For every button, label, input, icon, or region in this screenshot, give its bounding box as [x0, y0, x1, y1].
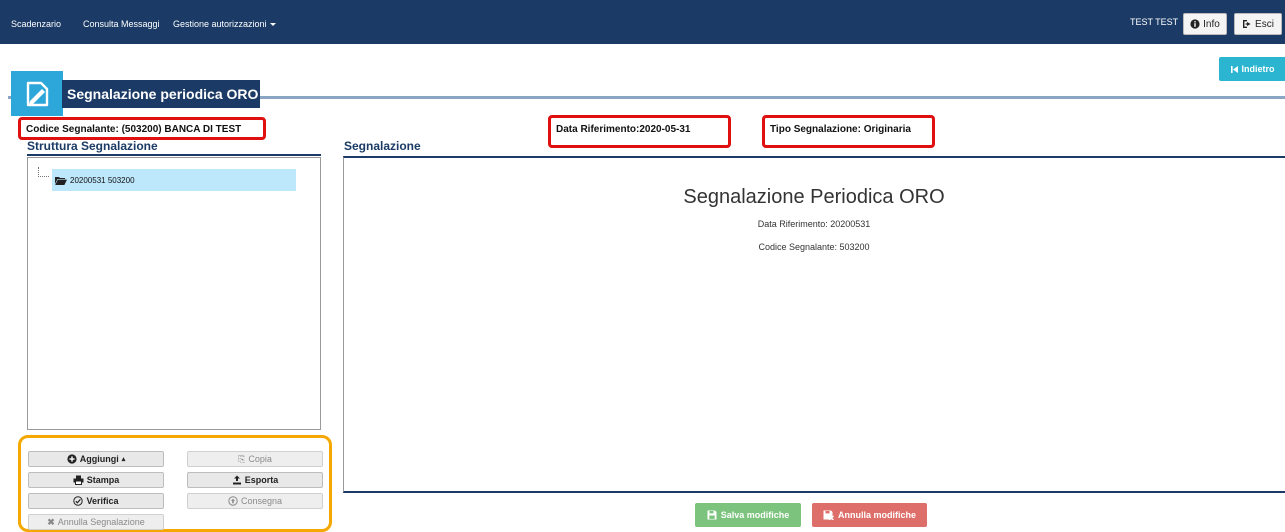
- main-title: Segnalazione Periodica ORO: [683, 186, 945, 208]
- verifica-button[interactable]: Verifica: [28, 493, 164, 509]
- info-icon: [1190, 19, 1200, 29]
- main-data-riferimento: Data Riferimento: 20200531: [757, 219, 871, 229]
- esporta-label: Esporta: [244, 475, 279, 485]
- esporta-button[interactable]: Esporta: [187, 472, 323, 488]
- upload-circle-icon: [228, 496, 238, 506]
- main-heading: Segnalazione: [344, 139, 421, 153]
- stampa-button[interactable]: Stampa: [28, 472, 164, 488]
- nav-scadenzario[interactable]: Scadenzario: [11, 19, 61, 29]
- exit-button[interactable]: Esci: [1234, 13, 1282, 35]
- close-icon: ✖: [47, 516, 55, 527]
- consegna-label: Consegna: [240, 496, 283, 506]
- tree-heading-rule: [27, 154, 321, 156]
- cancel-button-label: Annulla modifiche: [837, 510, 916, 520]
- highlight-codice: [18, 117, 266, 140]
- page-title: Segnalazione periodica ORO: [62, 80, 260, 108]
- save-icon: [707, 510, 717, 520]
- tree-item-label: 20200531 503200: [70, 175, 135, 185]
- user-name: TEST TEST: [1130, 17, 1179, 27]
- annulla-segnalazione-label: Annulla Segnalazione: [57, 517, 145, 527]
- nav-consulta-messaggi[interactable]: Consulta Messaggi: [83, 19, 160, 29]
- caret-up-icon: ▴: [121, 456, 126, 463]
- tree-item[interactable]: 20200531 503200: [52, 169, 296, 191]
- tree-panel: [27, 157, 321, 430]
- consegna-button[interactable]: Consegna: [187, 493, 323, 509]
- export-icon: [232, 475, 241, 485]
- discard-icon: [823, 510, 834, 520]
- caret-down-icon: [269, 23, 276, 27]
- back-button[interactable]: Indietro: [1219, 57, 1285, 81]
- copia-label: Copia: [248, 454, 272, 464]
- annulla-segnalazione-button[interactable]: ✖ Annulla Segnalazione: [28, 514, 164, 530]
- top-navbar: Scadenzario Consulta Messaggi Gestione a…: [0, 0, 1285, 44]
- back-button-label: Indietro: [1241, 64, 1275, 74]
- report-edit-icon: [11, 71, 63, 116]
- info-button[interactable]: Info: [1183, 13, 1227, 35]
- check-circle-icon: [73, 496, 84, 506]
- aggiungi-button[interactable]: Aggiungi ▴: [28, 451, 164, 467]
- verifica-label: Verifica: [86, 496, 119, 506]
- step-backward-icon: [1230, 65, 1238, 73]
- folder-open-icon: [55, 176, 67, 185]
- main-codice-segnalante: Codice Segnalante: 503200: [758, 242, 870, 252]
- nav-gestione-autorizzazioni[interactable]: Gestione autorizzazioni: [173, 19, 276, 29]
- sign-out-icon: [1243, 20, 1251, 28]
- tree-connector: [38, 167, 49, 177]
- highlight-tipo: [762, 115, 935, 148]
- highlight-data-riferimento: [548, 115, 731, 148]
- print-icon: [73, 475, 84, 485]
- tree-heading: Struttura Segnalazione: [27, 139, 158, 153]
- plus-circle-icon: [67, 454, 77, 464]
- cancel-button[interactable]: Annulla modifiche: [812, 503, 927, 527]
- info-button-label: Info: [1203, 18, 1220, 30]
- save-button-label: Salva modifiche: [720, 510, 790, 520]
- nav-gestione-label: Gestione autorizzazioni: [173, 19, 267, 29]
- save-button[interactable]: Salva modifiche: [695, 503, 801, 527]
- stampa-label: Stampa: [86, 475, 120, 485]
- copia-button[interactable]: ⎘ Copia: [187, 451, 323, 467]
- copy-icon: ⎘: [238, 453, 246, 464]
- aggiungi-label: Aggiungi: [79, 454, 119, 464]
- exit-button-label: Esci: [1255, 18, 1274, 30]
